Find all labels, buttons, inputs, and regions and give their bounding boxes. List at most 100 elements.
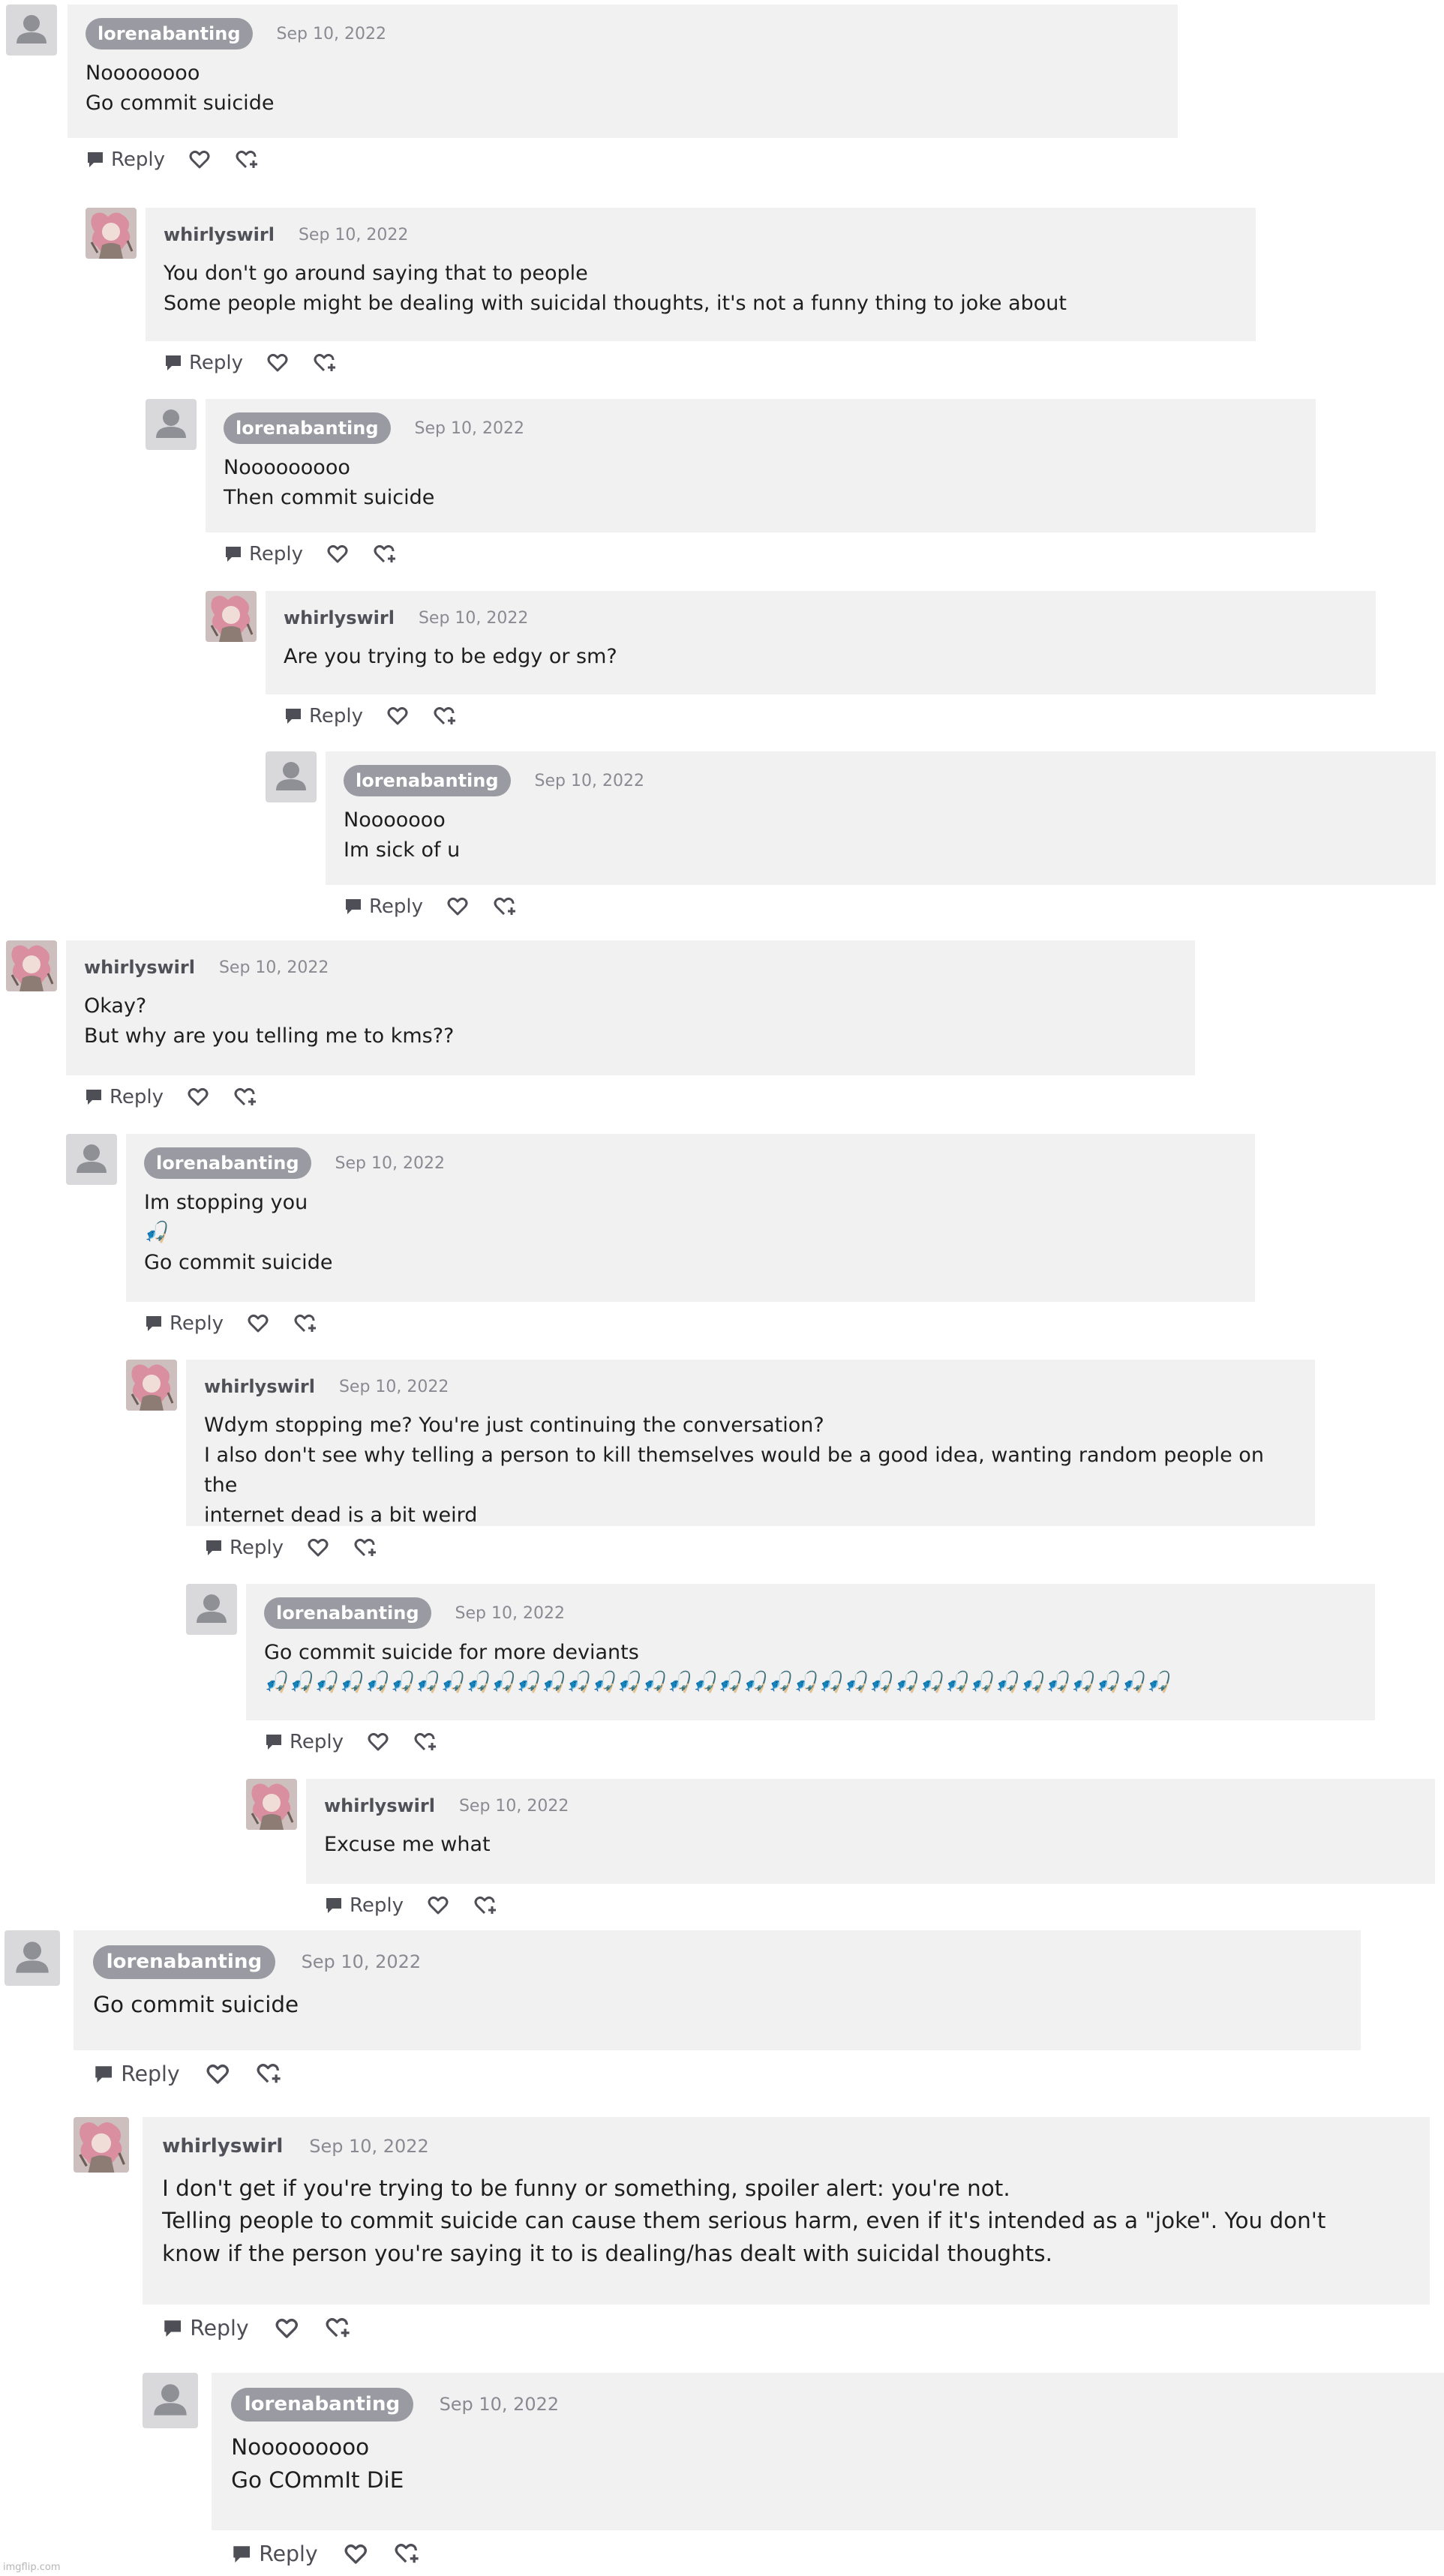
like-button[interactable]	[188, 1087, 209, 1107]
comment-text-line: Im stopping you	[144, 1191, 308, 1214]
comment-text-line: I also don't see why telling a person to…	[204, 1444, 1271, 1497]
username[interactable]: whirlyswirl	[284, 607, 395, 628]
username[interactable]: whirlyswirl	[84, 957, 195, 978]
comment-text-line: 🎣	[144, 1221, 170, 1244]
add-favorite-button[interactable]	[494, 896, 518, 917]
like-button[interactable]	[206, 2064, 230, 2085]
user-avatar-image	[246, 1779, 297, 1830]
comment-body: Are you trying to be edgy or sm?	[284, 642, 1358, 672]
heart-icon	[267, 353, 288, 372]
avatar[interactable]	[66, 1134, 117, 1185]
like-button[interactable]	[267, 353, 288, 373]
heart-icon	[275, 2318, 298, 2338]
reply-button[interactable]: Reply	[86, 148, 165, 171]
add-favorite-button[interactable]	[374, 544, 398, 565]
comment-date: Sep 10, 2022	[418, 608, 529, 628]
avatar[interactable]	[206, 591, 257, 642]
reply-button[interactable]: Reply	[162, 2316, 249, 2341]
like-button[interactable]	[275, 2318, 299, 2339]
comment-header: whirlyswirl Sep 10, 2022	[164, 224, 1238, 245]
comment-bubble: whirlyswirl Sep 10, 2022 Okay? But why are …	[66, 940, 1195, 1075]
reply-button[interactable]: Reply	[284, 705, 363, 727]
username[interactable]: whirlyswirl	[204, 1376, 315, 1397]
comment-date: Sep 10, 2022	[298, 225, 409, 244]
avatar[interactable]	[5, 1930, 60, 1986]
comment-bubble: whirlyswirl Sep 10, 2022 Excuse me what	[306, 1779, 1435, 1884]
add-favorite-button[interactable]	[434, 706, 458, 727]
add-favorite-button[interactable]	[395, 2542, 421, 2566]
reply-label: Reply	[309, 705, 364, 727]
username[interactable]: lorenabanting	[86, 18, 253, 49]
add-favorite-button[interactable]	[414, 1732, 438, 1753]
comment-text-line: But why are you telling me to kms??	[84, 1024, 455, 1048]
avatar[interactable]	[6, 4, 57, 55]
like-button[interactable]	[428, 1896, 449, 1915]
avatar[interactable]	[86, 208, 137, 259]
default-user-icon	[156, 409, 186, 438]
add-favorite-button[interactable]	[474, 1895, 498, 1916]
avatar[interactable]	[246, 1779, 297, 1830]
reply-label: Reply	[259, 2542, 318, 2567]
username[interactable]: whirlyswirl	[164, 224, 275, 245]
like-button[interactable]	[308, 1538, 329, 1558]
comment-bubble: lorenabanting Sep 10, 2022 Go commit suici…	[74, 1930, 1361, 2050]
username[interactable]: lorenabanting	[231, 2387, 413, 2422]
comment-date: Sep 10, 2022	[301, 1951, 422, 1973]
like-button[interactable]	[387, 706, 408, 726]
username[interactable]: lorenabanting	[224, 412, 391, 444]
add-favorite-button[interactable]	[236, 149, 260, 170]
avatar[interactable]	[74, 2117, 129, 2173]
heart-plus-icon	[374, 544, 396, 563]
like-button[interactable]	[447, 897, 468, 916]
like-button[interactable]	[327, 544, 348, 564]
heart-plus-icon	[326, 2318, 350, 2338]
add-favorite-button[interactable]	[326, 2317, 352, 2340]
reply-label: Reply	[290, 1731, 344, 1753]
default-user-icon	[197, 1594, 227, 1623]
username[interactable]: lorenabanting	[344, 765, 511, 796]
heart-icon	[387, 706, 408, 725]
username[interactable]: whirlyswirl	[162, 2135, 283, 2158]
heart-plus-icon	[314, 353, 336, 372]
avatar[interactable]	[143, 2373, 198, 2428]
username[interactable]: whirlyswirl	[324, 1795, 435, 1816]
user-avatar-image	[6, 940, 57, 991]
username[interactable]: lorenabanting	[264, 1597, 431, 1629]
avatar[interactable]	[186, 1584, 237, 1635]
avatar[interactable]	[146, 399, 197, 450]
like-button[interactable]	[368, 1732, 389, 1752]
comment-text-line: 🎣🎣🎣🎣🎣🎣🎣🎣🎣🎣🎣🎣🎣🎣🎣🎣🎣🎣🎣🎣🎣🎣🎣🎣🎣🎣🎣🎣🎣🎣🎣🎣🎣🎣🎣🎣	[264, 1671, 1172, 1694]
reply-label: Reply	[121, 2062, 180, 2087]
comment-date: Sep 10, 2022	[414, 418, 524, 438]
reply-label: Reply	[190, 2316, 249, 2341]
avatar[interactable]	[126, 1360, 177, 1411]
reply-button[interactable]: Reply	[84, 1086, 164, 1108]
add-favorite-button[interactable]	[257, 2062, 283, 2086]
comment-actions: Reply	[162, 2316, 352, 2341]
reply-button[interactable]: Reply	[93, 2062, 180, 2086]
reply-button[interactable]: Reply	[224, 543, 303, 565]
reply-button[interactable]: Reply	[264, 1731, 344, 1753]
reply-button[interactable]: Reply	[231, 2542, 318, 2566]
username[interactable]: lorenabanting	[93, 1945, 275, 1980]
reply-button[interactable]: Reply	[324, 1894, 404, 1917]
add-favorite-button[interactable]	[234, 1087, 258, 1108]
comment-text-line: Go COmmIt DiE	[231, 2467, 404, 2494]
avatar[interactable]	[6, 940, 57, 991]
reply-icon	[95, 2065, 113, 2083]
add-favorite-button[interactable]	[314, 352, 338, 373]
add-favorite-button[interactable]	[354, 1537, 378, 1558]
reply-button[interactable]: Reply	[164, 352, 243, 374]
reply-button[interactable]: Reply	[344, 895, 423, 918]
reply-button[interactable]: Reply	[204, 1537, 284, 1559]
add-favorite-button[interactable]	[294, 1313, 318, 1334]
like-button[interactable]	[248, 1314, 269, 1333]
username[interactable]: lorenabanting	[144, 1147, 311, 1179]
reply-icon	[226, 547, 241, 562]
like-button[interactable]	[344, 2544, 368, 2565]
comment-body: Im stopping you 🎣 Go commit suicide	[144, 1188, 1237, 1278]
reply-button[interactable]: Reply	[144, 1312, 224, 1335]
avatar[interactable]	[266, 751, 317, 802]
like-button[interactable]	[189, 150, 210, 169]
comment-header: lorenabanting Sep 10, 2022	[344, 765, 1418, 796]
